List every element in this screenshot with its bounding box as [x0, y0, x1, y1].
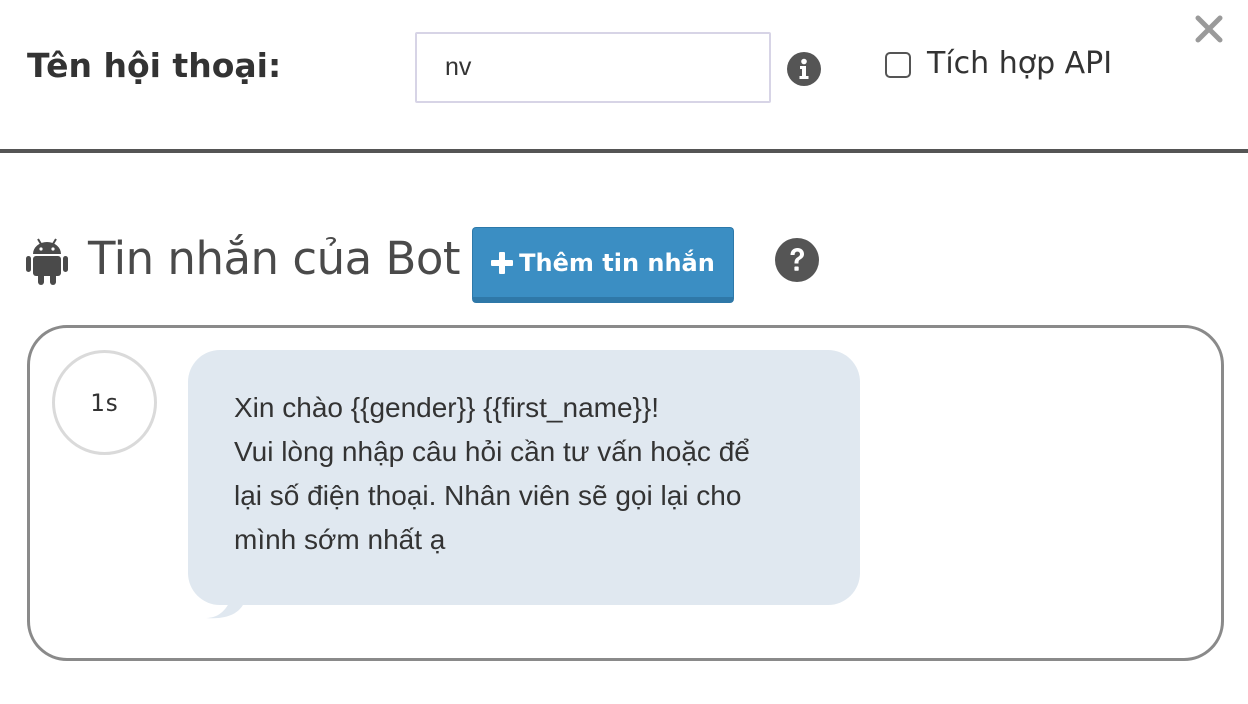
info-circle-icon[interactable]	[787, 52, 821, 86]
api-integration-checkbox[interactable]	[885, 52, 911, 78]
message-text-line: mình sớm nhất ạ	[234, 524, 446, 555]
add-message-button[interactable]: Thêm tin nhắn	[472, 227, 734, 303]
plus-icon	[491, 251, 514, 274]
message-text-line: Xin chào {{gender}} {{first_name}}!	[234, 392, 660, 423]
android-icon	[26, 237, 68, 285]
message-delay[interactable]: 1s	[52, 350, 157, 455]
api-integration-label: Tích hợp API	[927, 46, 1113, 81]
section-title: Tin nhắn của Bot	[88, 232, 461, 285]
message-bubble[interactable]: Xin chào {{gender}} {{first_name}}! Vui …	[188, 350, 860, 605]
bot-message-editor: Tên hội thoại: Tích hợp API Tin	[0, 0, 1248, 704]
message-text-line: Vui lòng nhập câu hỏi cần tư vấn hoặc để	[234, 436, 750, 467]
message-text-line: lại số điện thoại. Nhân viên sẽ gọi lại …	[234, 480, 742, 511]
question-circle-icon[interactable]	[775, 238, 819, 282]
conversation-name-input[interactable]	[415, 32, 771, 103]
add-message-label: Thêm tin nhắn	[519, 248, 715, 277]
header-divider	[0, 149, 1248, 153]
conversation-name-label: Tên hội thoại:	[27, 46, 282, 85]
close-icon[interactable]	[1194, 14, 1224, 44]
